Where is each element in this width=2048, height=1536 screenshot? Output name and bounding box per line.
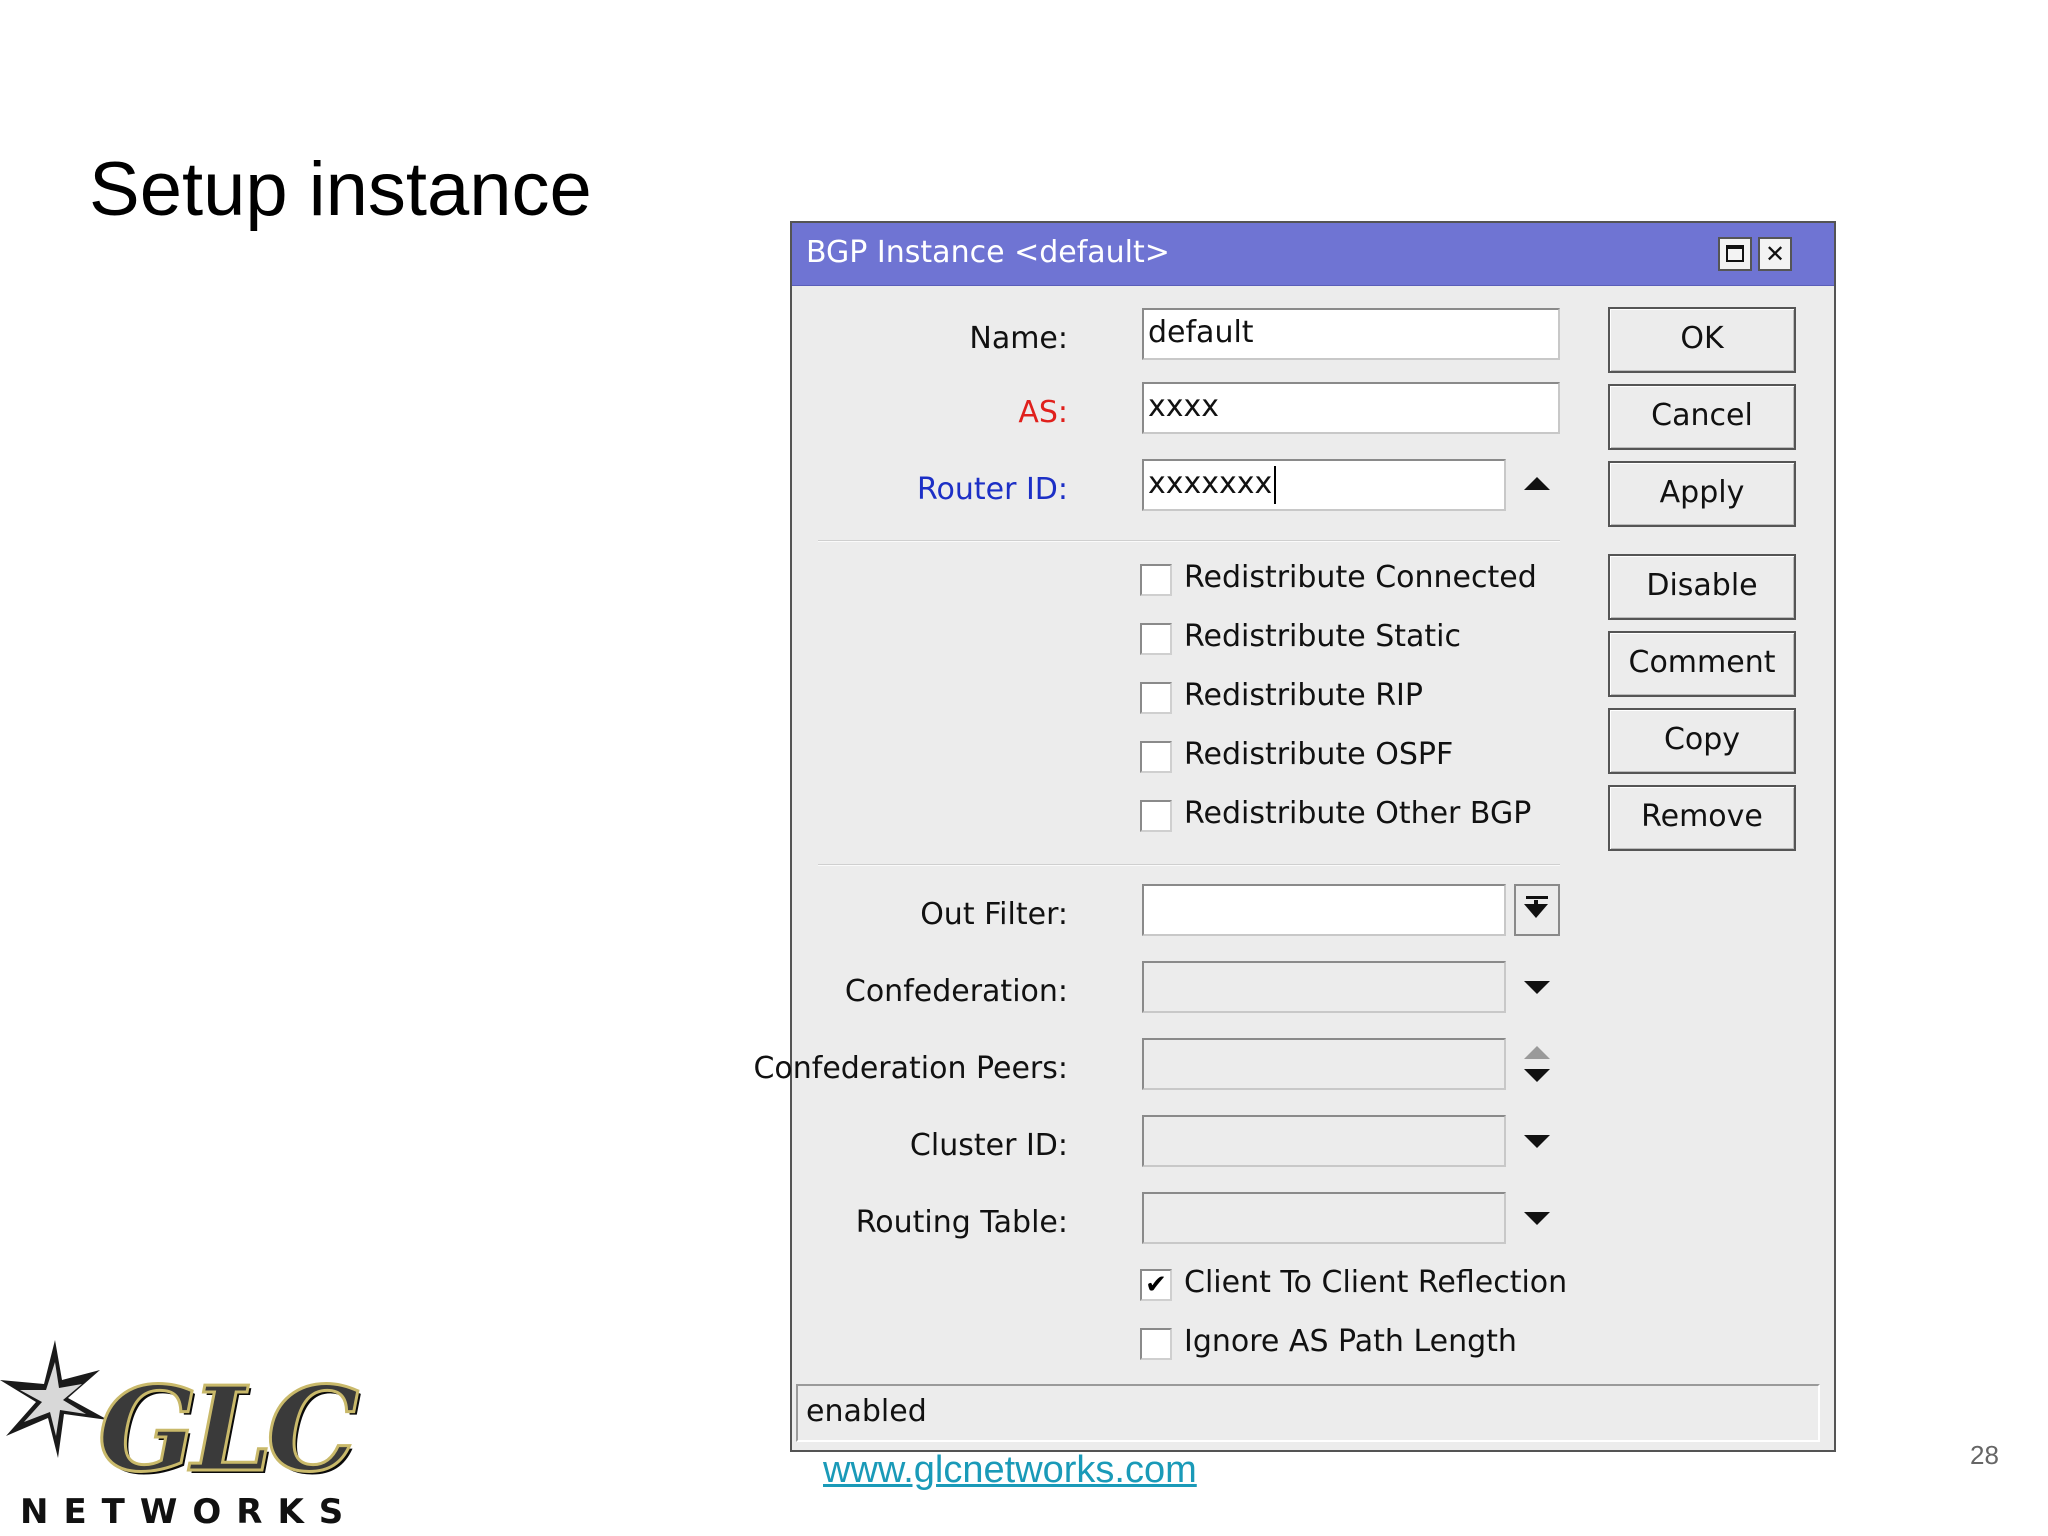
comment-button[interactable]: Comment [1608, 631, 1796, 697]
out-filter-label: Out Filter: [920, 897, 1068, 932]
text-cursor [1274, 465, 1277, 504]
checkbox-box[interactable] [1140, 1328, 1172, 1360]
out-filter-field[interactable] [1142, 884, 1506, 936]
cluster-id-field[interactable] [1142, 1115, 1506, 1167]
maximize-button[interactable] [1718, 237, 1752, 271]
confederation-label: Confederation: [844, 974, 1068, 1009]
router-id-field[interactable]: xxxxxxx [1142, 459, 1506, 511]
checkbox-box[interactable] [1140, 741, 1172, 773]
checkbox-box[interactable] [1140, 623, 1172, 655]
page-number: 28 [1970, 1440, 1999, 1470]
bar-icon [1526, 896, 1548, 899]
checkbox-label: Redistribute RIP [1184, 678, 1423, 713]
confederation-peers-field[interactable] [1142, 1038, 1506, 1090]
checkbox-label: Redistribute OSPF [1184, 737, 1454, 772]
window-title: BGP Instance <default> [806, 235, 1170, 270]
router-id-collapse-icon[interactable] [1524, 477, 1550, 490]
logo-subtitle: NETWORKS [20, 1492, 359, 1532]
separator [818, 540, 1560, 542]
name-field[interactable]: default [1142, 308, 1560, 360]
checkbox-label: Redistribute Static [1184, 619, 1461, 654]
close-icon: ✕ [1764, 240, 1786, 268]
router-id-label: Router ID: [916, 472, 1068, 507]
checkmark-icon: ✔ [1145, 1270, 1167, 1300]
glc-networks-logo: GLC NETWORKS [0, 1340, 360, 1536]
apply-button[interactable]: Apply [1608, 461, 1796, 527]
routing-table-label: Routing Table: [855, 1205, 1068, 1240]
cluster-id-label: Cluster ID: [909, 1128, 1068, 1163]
checkbox-box[interactable] [1140, 682, 1172, 714]
ok-button[interactable]: OK [1608, 307, 1796, 373]
checkbox-label: Ignore AS Path Length [1184, 1324, 1517, 1359]
router-id-value: xxxxxxx [1148, 466, 1273, 501]
checkbox-label: Redistribute Connected [1184, 560, 1537, 595]
close-button[interactable]: ✕ [1758, 237, 1792, 271]
confederation-field[interactable] [1142, 961, 1506, 1013]
arrow-stem-icon [1534, 900, 1538, 908]
out-filter-dropdown-button[interactable] [1514, 884, 1560, 936]
remove-button[interactable]: Remove [1608, 785, 1796, 851]
checkbox-box[interactable] [1140, 564, 1172, 596]
cancel-button[interactable]: Cancel [1608, 384, 1796, 450]
confederation-peers-down-icon[interactable] [1524, 1069, 1550, 1082]
checkbox-box[interactable] [1140, 800, 1172, 832]
disable-button[interactable]: Disable [1608, 554, 1796, 620]
window-titlebar[interactable]: BGP Instance <default> ✕ [792, 223, 1834, 286]
cluster-id-dropdown-icon[interactable] [1524, 1135, 1550, 1148]
routing-table-field[interactable] [1142, 1192, 1506, 1244]
checkbox-box[interactable]: ✔ [1140, 1269, 1172, 1301]
checkbox-label: Client To Client Reflection [1184, 1265, 1568, 1300]
as-label: AS: [1018, 395, 1068, 430]
checkbox-label: Redistribute Other BGP [1184, 796, 1532, 831]
footer-link[interactable]: www.glcnetworks.com [823, 1449, 1197, 1492]
maximize-icon [1726, 245, 1744, 262]
bgp-instance-window: BGP Instance <default> ✕ Name: default A… [753, 221, 1836, 1452]
name-label: Name: [969, 321, 1068, 356]
copy-button[interactable]: Copy [1608, 708, 1796, 774]
confederation-peers-label: Confederation Peers: [753, 1051, 1068, 1086]
logo-wordmark: GLC [97, 1361, 361, 1500]
as-field[interactable]: xxxx [1142, 382, 1560, 434]
separator [818, 864, 1560, 866]
confederation-dropdown-icon[interactable] [1524, 981, 1550, 994]
routing-table-dropdown-icon[interactable] [1524, 1212, 1550, 1225]
confederation-peers-up-icon[interactable] [1524, 1046, 1550, 1059]
logo-star-icon [0, 1340, 108, 1458]
slide-title: Setup instance [89, 147, 592, 232]
status-bar: enabled [796, 1384, 1820, 1442]
